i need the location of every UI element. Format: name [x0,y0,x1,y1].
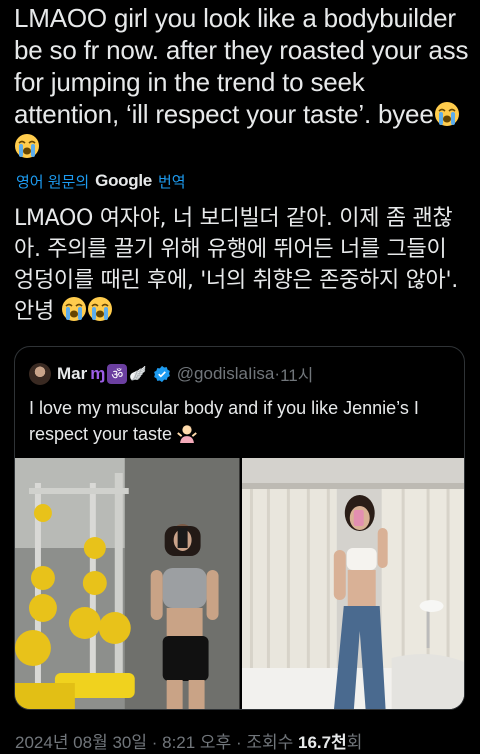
name-badge-m: ɱ [90,363,106,383]
tweet-meta: 2024년 08월 30일 · 8:21 오후 · 조회수 16.7천회 [15,728,362,753]
post-time[interactable]: 8:21 오후 [162,733,231,752]
person-shrugging-icon [177,423,197,443]
translation-attribution[interactable]: 영어 원문의 Google 번역 [16,170,186,192]
gym-mirror-selfie-photo[interactable] [15,458,240,709]
loudly-crying-face-icon [14,133,40,159]
translate-prefix[interactable]: 영어 원문의 [16,171,89,192]
quoted-timestamp[interactable]: 11시 [280,361,313,386]
loudly-crying-face-icon [61,296,87,322]
tweet-text: LMAOO girl you look like a bodybuilder b… [14,2,470,162]
views-count: 16.7천 [297,733,347,752]
wing-icon: 🪽 [129,365,147,381]
translated-text: LMAOO 여자야, 너 보디빌더 같아. 이제 좀 괜찮아. 주의를 끌기 위… [14,203,470,327]
om-icon: ॐ [107,363,128,384]
separator-dot: · [147,733,163,752]
loudly-crying-face-icon [434,101,460,127]
tweet-body: LMAOO girl you look like a bodybuilder b… [14,3,469,129]
quoted-body: I love my muscular body and if you like … [29,398,419,444]
views-label: 조회수 [246,733,298,752]
separator-dot: · [231,733,247,752]
name-badges: ɱ ॐ 🪽 [90,363,147,384]
loudly-crying-face-icon [87,296,113,322]
gym-photo-image [15,458,240,709]
verified-icon [153,365,170,382]
quoted-author-name[interactable]: Mar [57,364,87,384]
views-suffix: 회 [346,733,363,752]
post-date[interactable]: 2024년 08월 30일 [15,733,147,752]
quoted-media[interactable] [15,458,464,709]
google-logo: Google [95,171,152,190]
translate-suffix[interactable]: 번역 [158,171,186,192]
quoted-tweet-header: Mar ɱ ॐ 🪽 @godislaIisa · 11시 [29,361,313,386]
quoted-author-handle[interactable]: @godislaIisa [177,364,275,384]
quoted-tweet[interactable]: Mar ɱ ॐ 🪽 @godislaIisa · 11시 I love my m… [14,346,465,710]
bedroom-photo-image [241,458,464,709]
bedroom-mirror-selfie-photo[interactable] [241,458,464,709]
quoted-tweet-text: I love my muscular body and if you like … [29,395,449,447]
avatar[interactable] [29,362,51,385]
